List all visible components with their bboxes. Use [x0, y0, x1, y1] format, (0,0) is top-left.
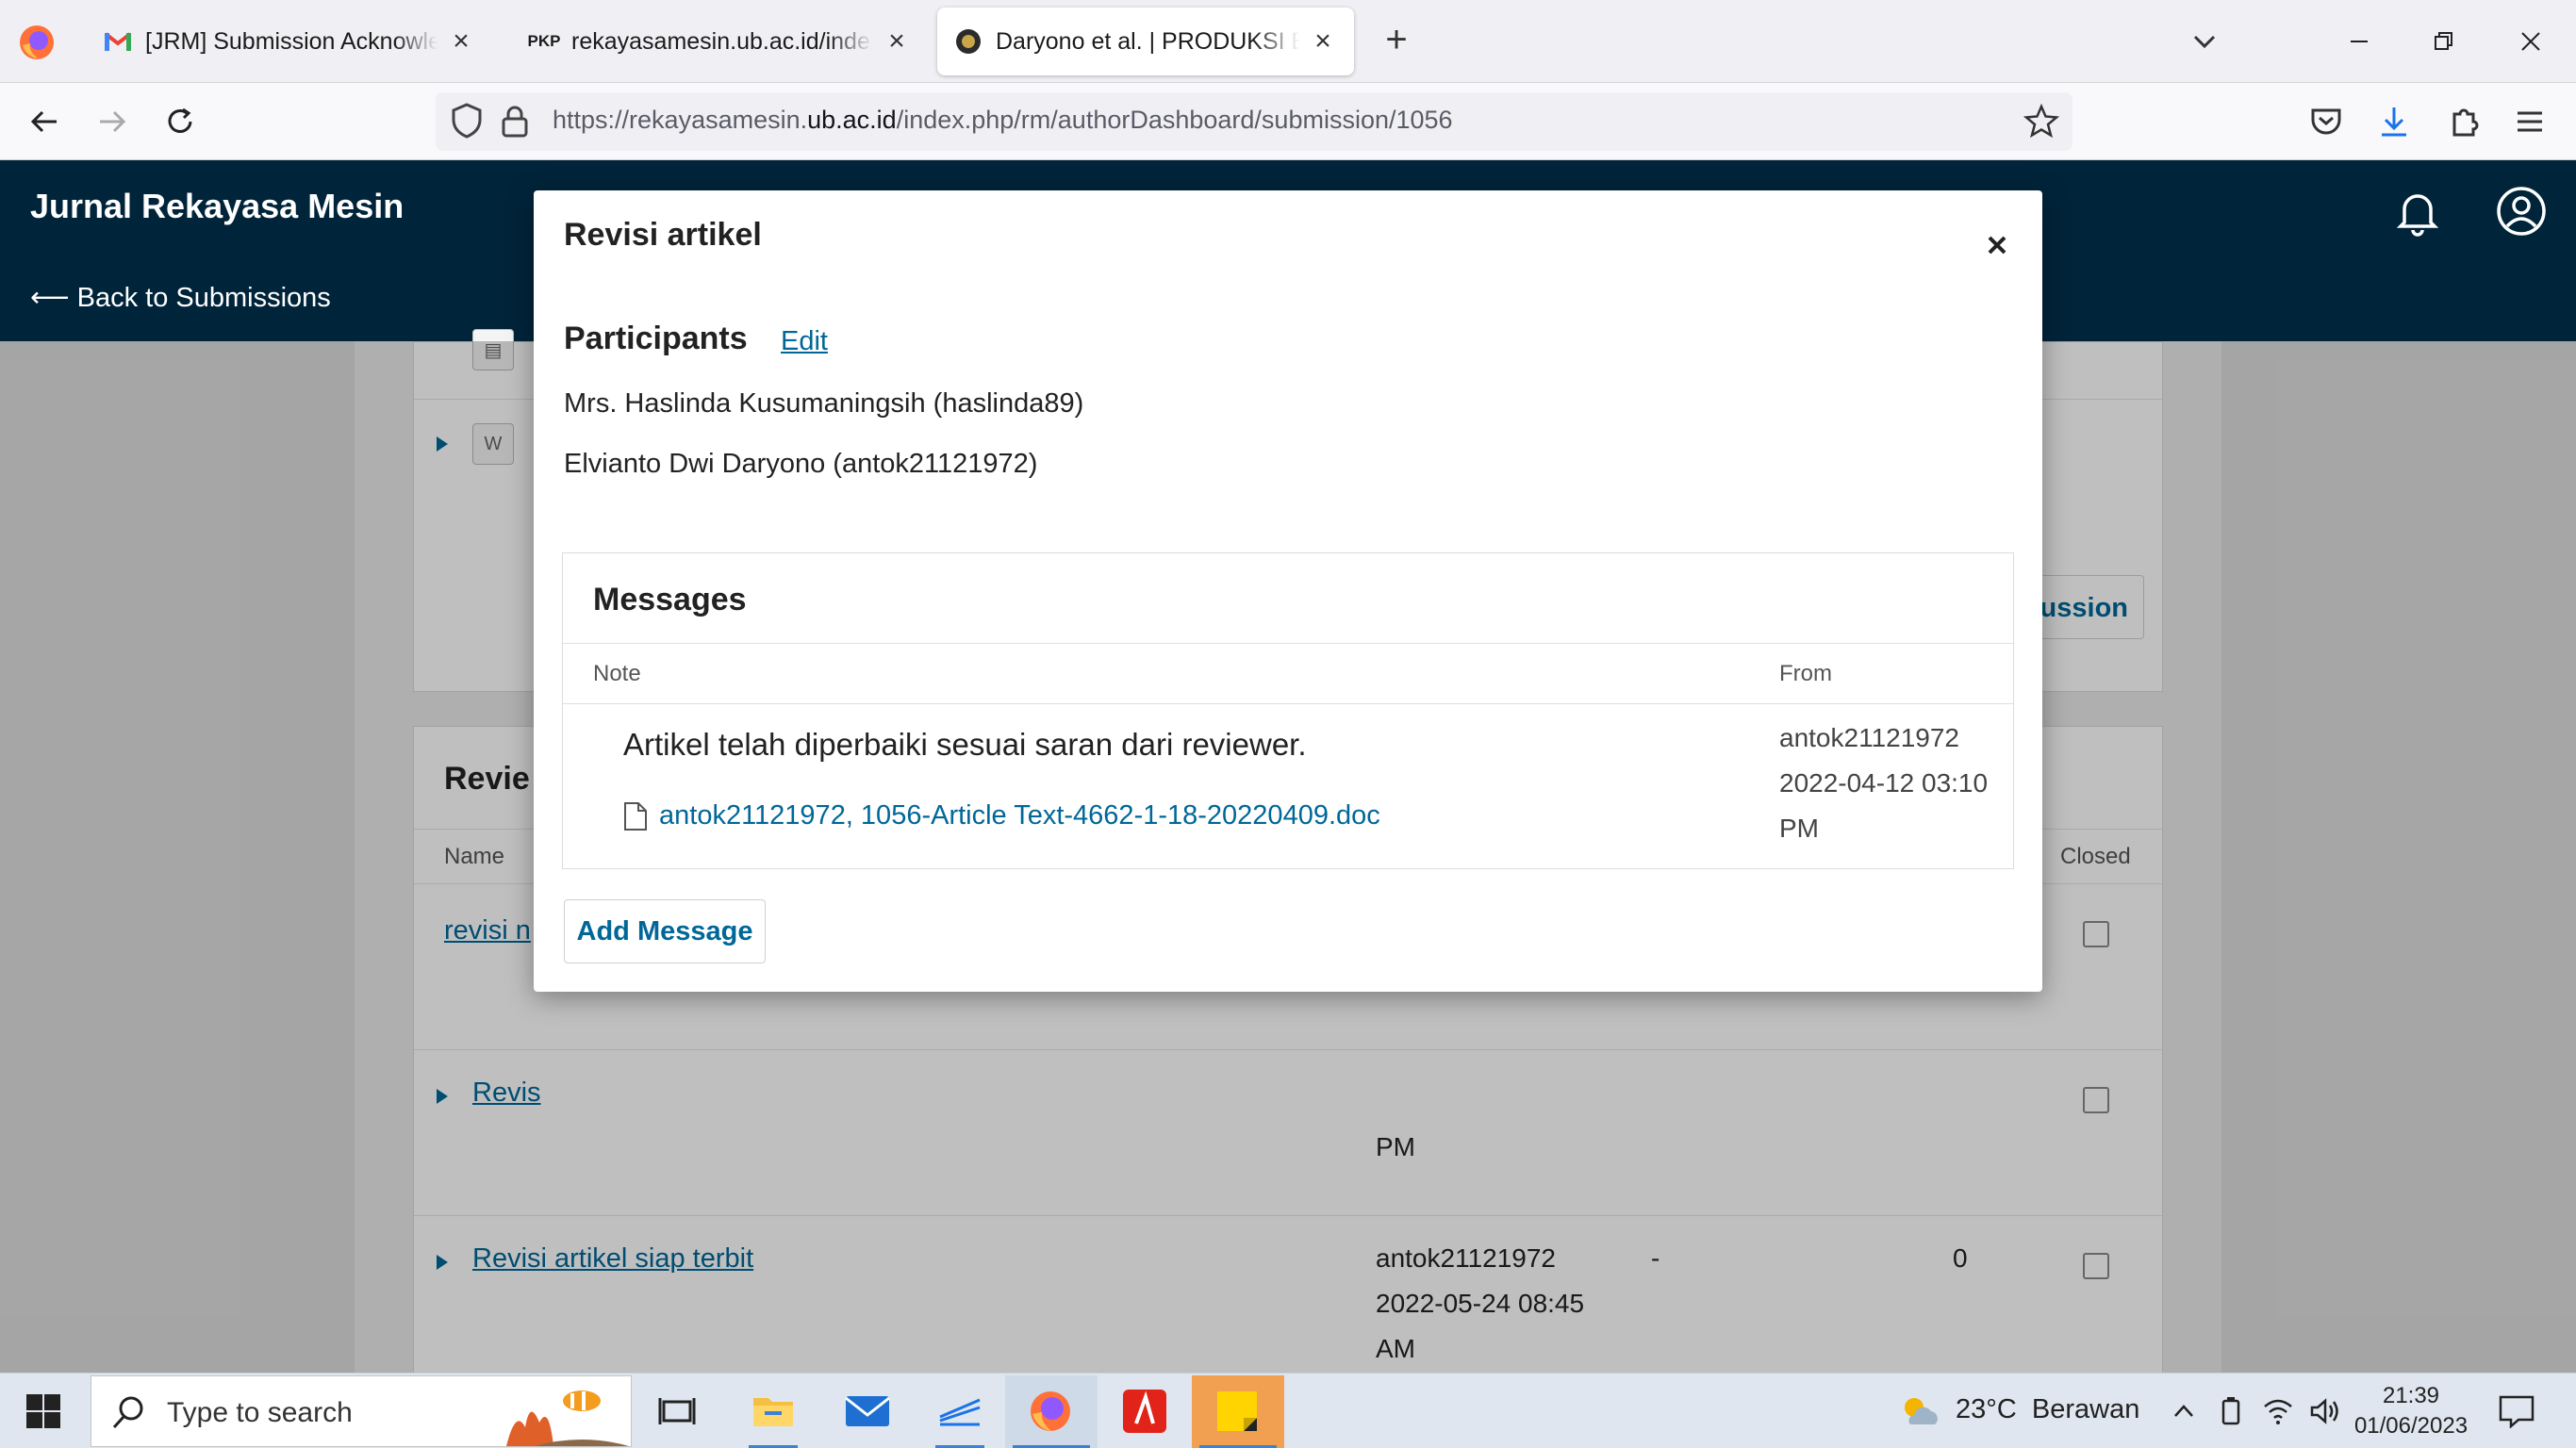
address-bar[interactable]: https://rekayasamesin.ub.ac.id/index.php…: [436, 92, 2072, 151]
pkp-icon: PKP: [527, 32, 561, 50]
hamburger-menu-icon[interactable]: [2508, 100, 2551, 143]
tab-author-dashboard[interactable]: PKP rekayasamesin.ub.ac.id/index.php/rm/…: [513, 8, 928, 75]
close-icon[interactable]: ×: [883, 27, 911, 56]
acrobat-reader-icon[interactable]: [1116, 1383, 1173, 1440]
tab-submission-acknowledgement[interactable]: [JRM] Submission Acknowledgement ×: [87, 8, 492, 75]
notification-bell-icon[interactable]: [2391, 185, 2444, 238]
url-path: /index.php/rm/authorDashboard/submission…: [896, 106, 1453, 134]
file-icon: [624, 801, 647, 831]
journal-title[interactable]: Jurnal Rekayasa Mesin: [30, 187, 404, 226]
chevron-down-icon[interactable]: [2184, 21, 2225, 62]
extensions-icon[interactable]: [2442, 100, 2485, 143]
notification-center-icon[interactable]: [2497, 1394, 2536, 1428]
clock-time: 21:39: [2382, 1383, 2440, 1408]
weather-partly-cloudy-icon[interactable]: [1897, 1394, 1942, 1428]
back-to-submissions-link[interactable]: ⟵ Back to Submissions: [30, 281, 331, 314]
firefox-icon[interactable]: [17, 23, 57, 62]
discussion-modal: Revisi artikel Participants Edit Mrs. Ha…: [534, 190, 2042, 992]
close-icon[interactable]: ×: [447, 27, 475, 56]
forward-arrow-icon[interactable]: [91, 100, 134, 143]
chevron-up-icon[interactable]: [2167, 1394, 2201, 1428]
tab-title: [JRM] Submission Acknowledgement: [145, 27, 438, 55]
coral-reef-highlight-icon: [497, 1380, 629, 1448]
messages-header: Messages: [563, 553, 2013, 644]
participant-item: Elvianto Dwi Daryono (antok21121972): [564, 449, 1038, 479]
add-message-button[interactable]: Add Message: [564, 899, 766, 963]
new-tab-plus-icon[interactable]: +: [1377, 21, 1416, 60]
clock-date: 01/06/2023: [2353, 1413, 2469, 1439]
browser-tab-bar: [JRM] Submission Acknowledgement × PKP r…: [0, 0, 2576, 83]
gmail-icon: [104, 27, 132, 56]
windows-taskbar: Type to search 23°C Berawan 21:39 01/06/…: [0, 1373, 2576, 1448]
weather-text[interactable]: 23°C Berawan: [1956, 1394, 2139, 1425]
search-placeholder: Type to search: [167, 1397, 353, 1428]
message-note: Artikel telah diperbaiki sesuai saran da…: [623, 727, 1307, 762]
file-explorer-icon[interactable]: [745, 1383, 801, 1448]
message-attachment-link[interactable]: antok21121972, 1056-Article Text-4662-1-…: [623, 800, 1380, 831]
battery-icon[interactable]: [2214, 1394, 2248, 1428]
url-domain: ub.ac.id: [807, 106, 897, 134]
restore-icon[interactable]: [2416, 13, 2472, 70]
weather-description: Berawan: [2031, 1394, 2140, 1424]
taskbar-clock[interactable]: 21:39 01/06/2023: [2353, 1381, 2469, 1441]
download-icon[interactable]: [2372, 100, 2416, 143]
lock-icon[interactable]: [500, 104, 530, 144]
modal-title: Revisi artikel: [564, 217, 762, 253]
mail-icon[interactable]: [839, 1383, 896, 1440]
column-header-note: Note: [593, 661, 641, 686]
taskbar-search-box[interactable]: Type to search: [91, 1375, 632, 1447]
web-page: Jurnal Rekayasa Mesin ⟵ Back to Submissi…: [0, 160, 2576, 1373]
tab-title: Daryono et al. | PRODUKSI BIODIESEL: [996, 27, 1299, 55]
close-icon[interactable]: [1978, 226, 2016, 264]
participants-title: Participants: [564, 321, 748, 356]
message-from-ampm: PM: [1779, 814, 1819, 843]
url-text[interactable]: https://rekayasamesin.ub.ac.id/index.php…: [553, 106, 1453, 135]
bookmark-star-icon[interactable]: [2023, 103, 2060, 144]
close-icon[interactable]: ×: [1309, 27, 1337, 56]
minimize-icon[interactable]: [2331, 13, 2387, 70]
attachment-filename: antok21121972, 1056-Article Text-4662-1-…: [659, 800, 1380, 831]
journal-icon: [954, 27, 983, 56]
firefox-taskbar-button[interactable]: [1005, 1375, 1098, 1448]
back-arrow-icon[interactable]: [23, 100, 66, 143]
reload-icon[interactable]: [158, 100, 202, 143]
messages-title: Messages: [593, 582, 747, 617]
edit-participants-link[interactable]: Edit: [781, 326, 828, 357]
speaker-icon[interactable]: [2308, 1394, 2342, 1428]
tab-daryono-article[interactable]: Daryono et al. | PRODUKSI BIODIESEL ×: [937, 8, 1354, 75]
messages-column-headers: Note From: [563, 644, 2013, 704]
windows-start-icon[interactable]: [25, 1392, 62, 1430]
task-view-icon[interactable]: [649, 1383, 705, 1440]
user-avatar-icon[interactable]: [2495, 185, 2548, 238]
shield-icon[interactable]: [449, 102, 485, 144]
participant-item: Mrs. Haslinda Kusumaningsih (haslinda89): [564, 388, 1084, 419]
firefox-icon: [1022, 1383, 1079, 1440]
wifi-icon[interactable]: [2261, 1394, 2295, 1428]
message-from: antok21121972 2022-04-12 03:10 PM: [1779, 716, 1988, 851]
stylus-app-icon[interactable]: [932, 1383, 988, 1448]
tab-title: rekayasamesin.ub.ac.id/index.php/rm/auth…: [571, 27, 873, 55]
message-from-date: 2022-04-12 03:10: [1779, 768, 1989, 798]
browser-nav-bar: https://rekayasamesin.ub.ac.id/index.php…: [0, 83, 2576, 160]
url-prefix: https://rekayasamesin.: [553, 106, 808, 134]
column-header-from: From: [1779, 661, 1832, 686]
messages-panel: Messages Note From Artikel telah diperba…: [562, 552, 2014, 869]
window-close-icon[interactable]: [2502, 13, 2559, 70]
sticky-notes-taskbar-button[interactable]: [1192, 1375, 1284, 1448]
weather-temperature: 23°C: [1956, 1394, 2017, 1424]
pocket-icon[interactable]: [2304, 100, 2348, 143]
message-from-user: antok21121972: [1779, 723, 1959, 752]
sticky-notes-icon: [1209, 1383, 1265, 1440]
search-icon: [110, 1393, 148, 1436]
